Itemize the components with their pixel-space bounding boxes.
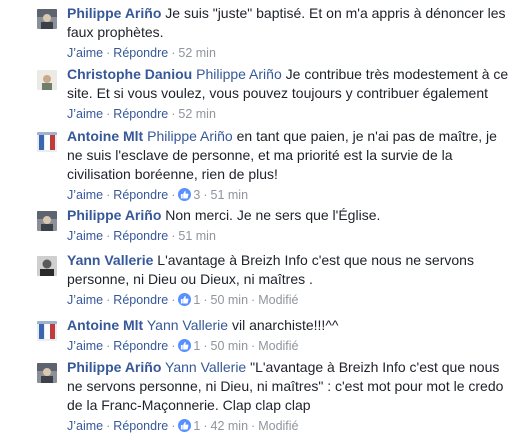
separator: · <box>203 293 208 307</box>
separator: · <box>171 293 176 307</box>
thumbs-up-icon[interactable] <box>178 419 192 432</box>
timestamp[interactable]: 51 min <box>178 229 216 243</box>
like-link[interactable]: J’aime <box>67 293 103 307</box>
separator: · <box>203 188 208 202</box>
comment-actions: J’aime · Répondre · 1 · 50 min · Modifié <box>67 292 510 308</box>
mention-link[interactable]: Philippe Ariño <box>196 66 282 82</box>
avatar[interactable] <box>37 363 57 383</box>
comment-author[interactable]: Philippe Ariño <box>67 207 161 223</box>
comment-actions: J’aime · Répondre · 52 min <box>67 106 510 122</box>
comment-actions: J’aime · Répondre · 1 · 42 min · Modifié <box>67 418 510 434</box>
reply-link[interactable]: Répondre <box>113 107 168 121</box>
comment-text: vil anarchiste!!!^^ <box>231 317 339 333</box>
mention-link[interactable]: Yann Vallerie <box>147 317 228 333</box>
like-link[interactable]: J’aime <box>67 339 103 353</box>
reply-link[interactable]: Répondre <box>113 339 168 353</box>
reply-link[interactable]: Répondre <box>113 188 168 202</box>
separator: · <box>251 339 256 353</box>
separator: · <box>106 107 111 121</box>
separator: · <box>203 419 208 433</box>
comment-text-block: Christophe Daniou Philippe Ariño Je cont… <box>67 65 510 103</box>
reply-link[interactable]: Répondre <box>113 293 168 307</box>
comment-text-block: Antoine Mlt Yann Vallerie vil anarchiste… <box>67 316 510 335</box>
reply-link[interactable]: Répondre <box>113 46 168 60</box>
separator: · <box>251 419 256 433</box>
comment-thread: Philippe Ariño Je suis "juste" baptisé. … <box>0 0 520 444</box>
comment-author[interactable]: Philippe Ariño <box>67 359 161 375</box>
separator: · <box>106 339 111 353</box>
thumbs-up-icon[interactable] <box>178 339 192 352</box>
comment-text: Non merci. Je ne sers que l'Église. <box>165 207 381 223</box>
separator: · <box>106 46 111 60</box>
separator: · <box>106 229 111 243</box>
modified-label[interactable]: Modifié <box>258 293 298 307</box>
modified-label[interactable]: Modifié <box>258 419 298 433</box>
timestamp[interactable]: 50 min <box>211 339 249 353</box>
comment-text-block: Antoine Mlt Philippe Ariño en tant que p… <box>67 127 510 184</box>
like-link[interactable]: J’aime <box>67 188 103 202</box>
thumbs-up-icon[interactable] <box>178 188 192 201</box>
avatar[interactable] <box>37 256 57 276</box>
timestamp[interactable]: 52 min <box>178 107 216 121</box>
timestamp[interactable]: 52 min <box>178 46 216 60</box>
comment-text-block: Philippe Ariño Je suis "juste" baptisé. … <box>67 4 510 42</box>
timestamp[interactable]: 50 min <box>211 293 249 307</box>
separator: · <box>171 339 176 353</box>
separator: · <box>106 188 111 202</box>
avatar[interactable] <box>37 132 57 152</box>
avatar[interactable] <box>37 9 57 29</box>
reply-link[interactable]: Répondre <box>113 419 168 433</box>
like-link[interactable]: J’aime <box>67 229 103 243</box>
timestamp[interactable]: 42 min <box>211 419 249 433</box>
separator: · <box>171 229 176 243</box>
separator: · <box>251 293 256 307</box>
separator: · <box>171 419 176 433</box>
comment-author[interactable]: Philippe Ariño <box>67 5 161 21</box>
comment-text-block: Yann Vallerie L'avantage à Breizh Info c… <box>67 251 510 289</box>
like-link[interactable]: J’aime <box>67 107 103 121</box>
comment-text-block: Philippe Ariño Yann Vallerie "L'avantage… <box>67 358 510 415</box>
like-link[interactable]: J’aime <box>67 419 103 433</box>
separator: · <box>106 419 111 433</box>
comment-author[interactable]: Antoine Mlt <box>67 128 143 144</box>
separator: · <box>171 46 176 60</box>
reply-link[interactable]: Répondre <box>113 229 168 243</box>
separator: · <box>171 107 176 121</box>
separator: · <box>203 339 208 353</box>
avatar[interactable] <box>37 70 57 90</box>
separator: · <box>171 188 176 202</box>
avatar[interactable] <box>37 211 57 231</box>
separator: · <box>106 293 111 307</box>
mention-link[interactable]: Yann Vallerie <box>165 359 246 375</box>
mention-link[interactable]: Philippe Ariño <box>147 128 233 144</box>
comment-actions: J’aime · Répondre · 3 · 51 min <box>67 187 510 203</box>
comment-author[interactable]: Christophe Daniou <box>67 66 192 82</box>
thumbs-up-icon[interactable] <box>178 293 192 306</box>
timestamp[interactable]: 51 min <box>211 188 249 202</box>
comment-actions: J’aime · Répondre · 52 min <box>67 45 510 61</box>
comment-author[interactable]: Antoine Mlt <box>67 317 143 333</box>
comment-actions: J’aime · Répondre · 51 min <box>67 228 510 244</box>
comment-actions: J’aime · Répondre · 1 · 50 min · Modifié <box>67 338 510 354</box>
like-link[interactable]: J’aime <box>67 46 103 60</box>
avatar[interactable] <box>37 321 57 341</box>
comment-text-block: Philippe Ariño Non merci. Je ne sers que… <box>67 206 510 225</box>
modified-label[interactable]: Modifié <box>258 339 298 353</box>
comment-author[interactable]: Yann Vallerie <box>67 252 153 268</box>
